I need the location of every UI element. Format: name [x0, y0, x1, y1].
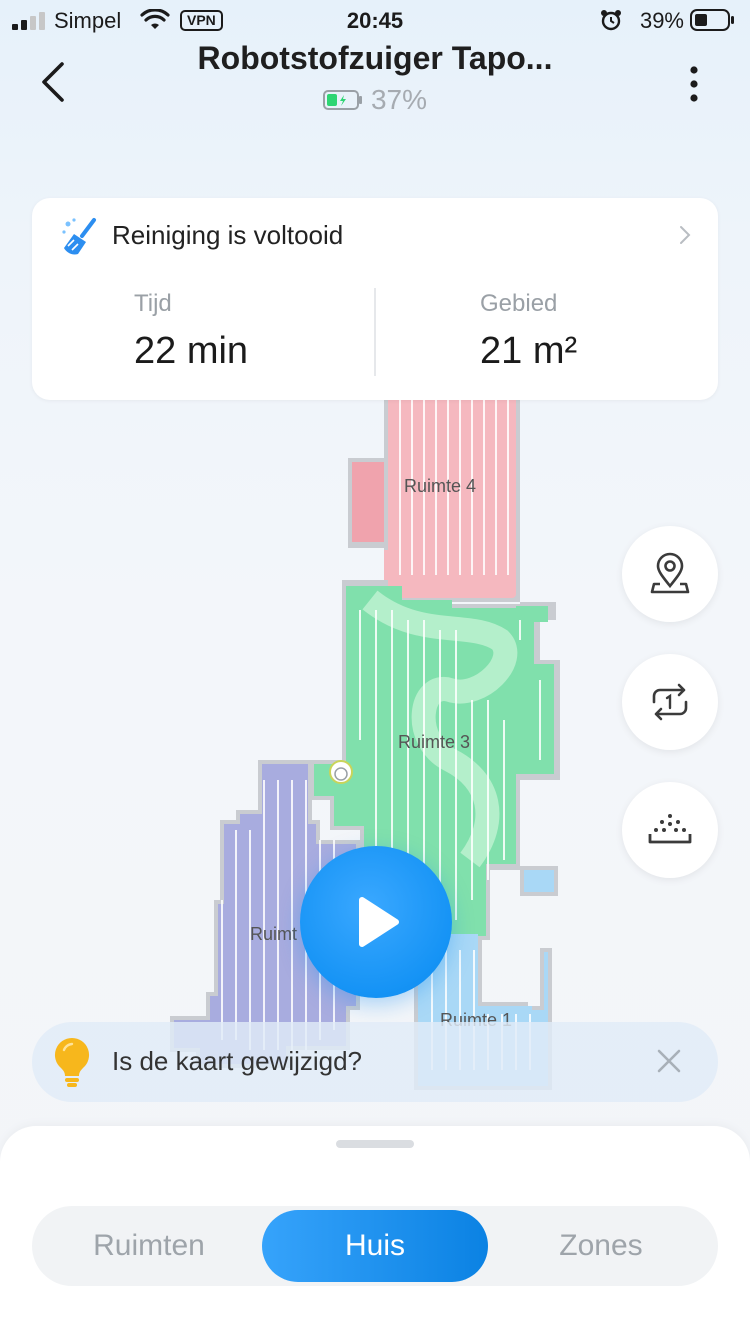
room-label-2: Ruimt [250, 924, 297, 944]
status-bar: Simpel VPN 20:45 39% [0, 0, 750, 40]
suction-power-button[interactable] [622, 782, 718, 878]
time-value: 22 min [134, 330, 249, 372]
clock: 20:45 [346, 8, 404, 33]
location-pin-icon [650, 552, 690, 594]
start-cleaning-button[interactable] [300, 846, 452, 998]
cleaning-status-message: Reiniging is voltooid [112, 220, 344, 250]
chevron-right-icon[interactable] [672, 222, 698, 248]
time-label: Tijd [134, 290, 172, 317]
more-options-icon[interactable] [672, 60, 716, 108]
page-title: Robotstofzuiger Tapo... [197, 40, 553, 76]
room-label-3: Ruimte 3 [398, 732, 470, 752]
device-battery-percent: 37% [370, 84, 428, 115]
device-battery-icon [322, 90, 362, 110]
lightbulb-icon [54, 1037, 90, 1087]
cleaning-status-card[interactable]: Reiniging is voltooid Tijd 22 min Gebied… [32, 198, 718, 400]
area-value: 21 m² [480, 330, 578, 372]
clean-passes-button[interactable] [622, 654, 718, 750]
area-label: Gebied [480, 290, 558, 317]
tab-huis[interactable]: Huis [262, 1210, 488, 1282]
tab-zones[interactable]: Zones [488, 1206, 714, 1286]
room-label-4: Ruimte 4 [404, 476, 476, 496]
play-icon [359, 897, 399, 947]
phone-battery-icon [690, 9, 734, 31]
device-battery: 37% [0, 84, 750, 116]
map-changed-text: Is de kaart gewijzigd? [112, 1046, 363, 1076]
map-mode-tabs: Ruimten Huis Zones [32, 1206, 718, 1286]
locate-robot-button[interactable] [622, 526, 718, 622]
repeat-once-icon [652, 683, 688, 721]
tab-ruimten[interactable]: Ruimten [36, 1206, 262, 1286]
sheet-handle[interactable] [336, 1140, 414, 1148]
phone-battery-percent: 39% [639, 8, 684, 33]
bottom-sheet: Ruimten Huis Zones [0, 1126, 750, 1334]
stat-divider [374, 288, 376, 376]
suction-icon [648, 814, 692, 844]
map-changed-banner[interactable]: Is de kaart gewijzigd? [32, 1022, 718, 1102]
close-icon[interactable] [654, 1046, 684, 1076]
broom-icon [62, 218, 96, 255]
alarm-icon [601, 10, 621, 31]
